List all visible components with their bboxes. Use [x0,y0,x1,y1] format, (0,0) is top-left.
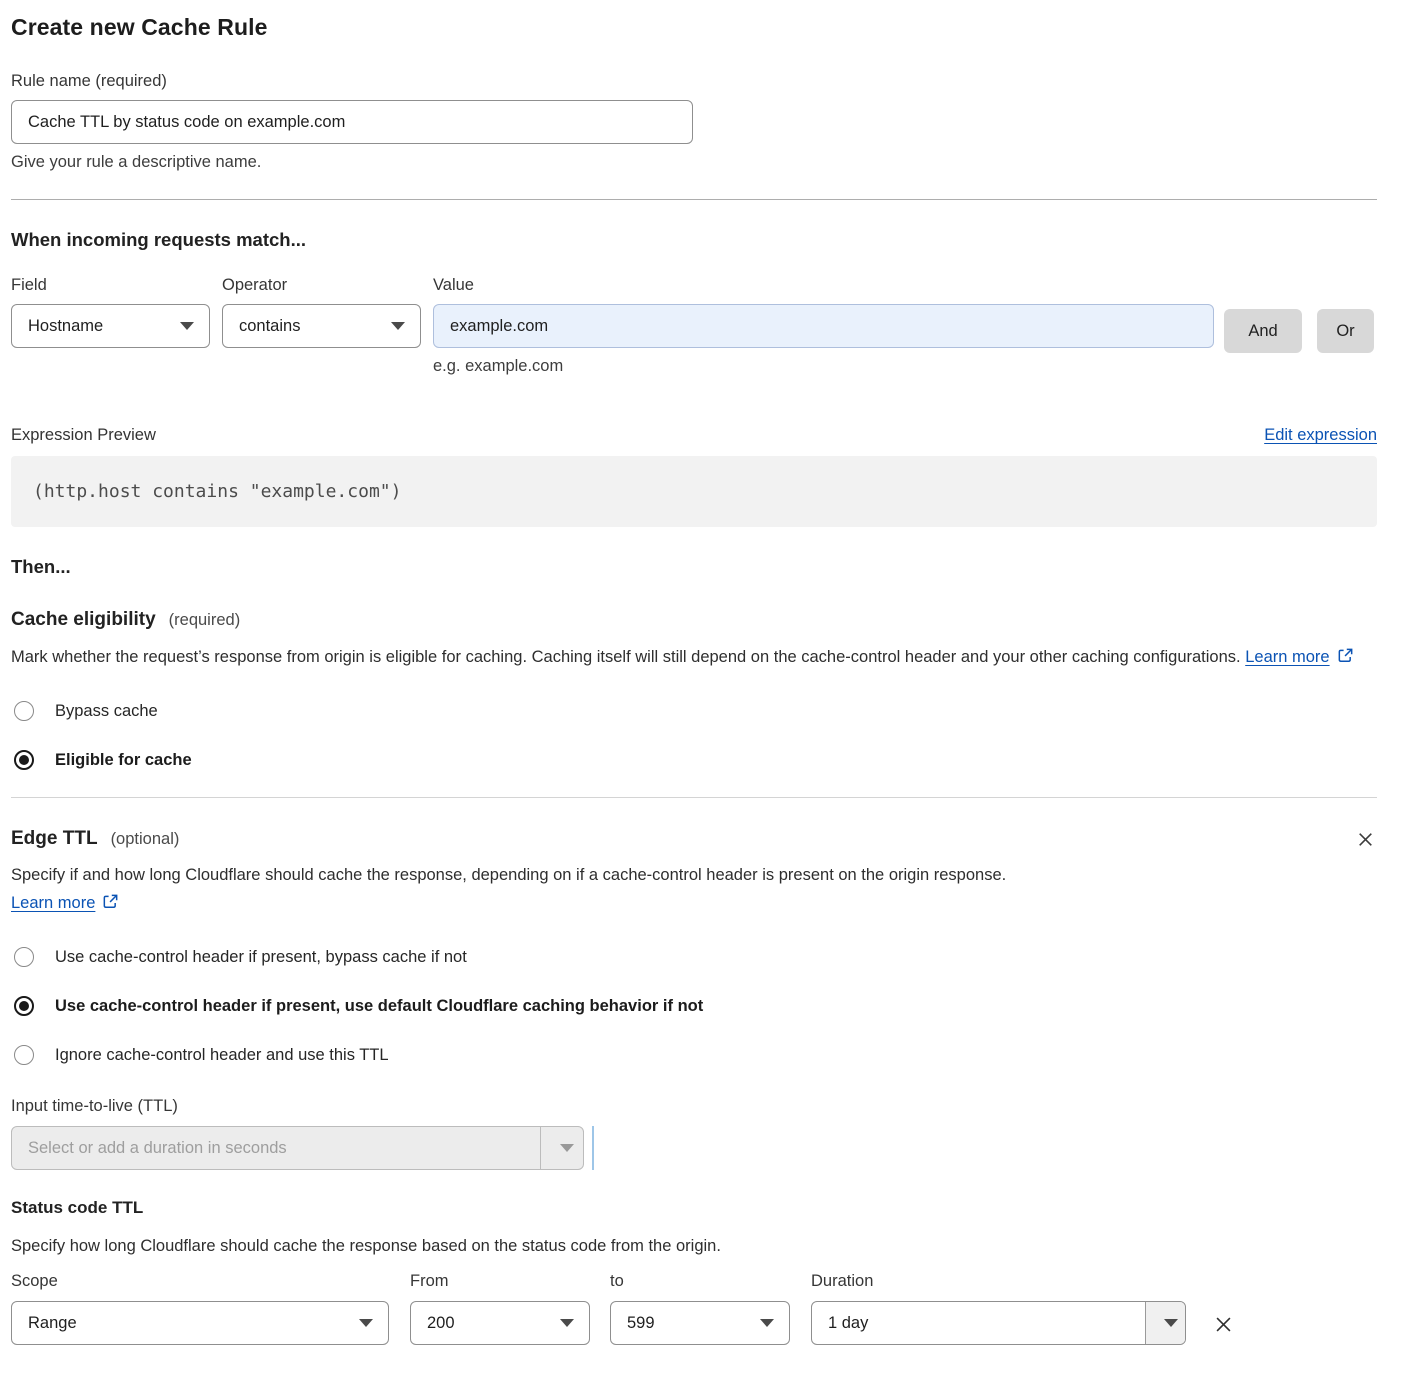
field-select-value: Hostname [28,317,103,336]
field-select[interactable]: Hostname [11,304,210,348]
close-icon [1213,1323,1234,1338]
learn-more-link[interactable]: Learn more [1245,648,1329,666]
ttl-duration-input[interactable] [12,1127,540,1169]
value-helper: e.g. example.com [433,357,1214,376]
expression-preview-header: Expression Preview Edit expression [11,426,1377,445]
duration-input[interactable] [812,1302,1145,1344]
radio-option-use-header-default[interactable]: Use cache-control header if present, use… [11,996,1377,1016]
scope-select[interactable]: Range [11,1301,389,1345]
status-code-ttl-row: Scope Range From 200 to 599 [11,1272,1377,1345]
status-code-ttl-section: Status code TTL Specify how long Cloudfl… [11,1198,1377,1345]
value-label: Value [433,276,1214,295]
ttl-input-label: Input time-to-live (TTL) [11,1097,1377,1116]
then-heading: Then... [11,556,1377,578]
rule-name-input[interactable] [11,100,693,144]
cache-eligibility-section: Cache eligibility (required) Mark whethe… [11,609,1377,770]
to-label: to [610,1272,790,1291]
or-button[interactable]: Or [1317,309,1374,353]
from-select[interactable]: 200 [410,1301,590,1345]
text-cursor-caret [592,1126,594,1170]
scope-select-value: Range [28,1314,77,1333]
create-cache-rule-form: Create new Cache Rule Rule name (require… [0,0,1412,1375]
and-button[interactable]: And [1224,309,1302,353]
chevron-down-icon [560,1319,574,1327]
radio-option-ignore-header[interactable]: Ignore cache-control header and use this… [11,1045,1377,1065]
external-link-icon [1337,645,1354,673]
edit-expression-link[interactable]: Edit expression [1264,426,1377,445]
page-title: Create new Cache Rule [11,14,1377,41]
duration-label: Duration [811,1272,1186,1291]
chevron-down-icon [760,1319,774,1327]
operator-column: Operator contains [210,276,421,348]
value-input[interactable] [433,304,1214,348]
status-code-ttl-heading: Status code TTL [11,1198,1377,1218]
to-column: to 599 [610,1272,790,1345]
remove-status-ttl-row-button[interactable] [1211,1312,1236,1337]
edge-ttl-section: Edge TTL (optional) Specify if and how l… [11,828,1377,1170]
ttl-duration-select[interactable] [11,1126,584,1170]
to-select-value: 599 [627,1314,655,1333]
status-code-ttl-description: Specify how long Cloudflare should cache… [11,1232,1377,1260]
optional-badge: (optional) [111,830,180,849]
rule-name-label: Rule name (required) [11,72,1377,91]
section-divider [11,797,1377,798]
expression-preview-code-block: (http.host contains "example.com") [11,456,1377,527]
cache-eligibility-header: Cache eligibility (required) [11,609,1377,631]
field-column: Field Hostname [11,276,210,348]
from-column: From 200 [410,1272,590,1345]
ttl-select-arrow-button[interactable] [540,1127,583,1169]
ttl-input-section: Input time-to-live (TTL) [11,1097,1377,1170]
value-column: Value e.g. example.com [421,276,1214,376]
chevron-down-icon [391,322,405,330]
chevron-down-icon [1164,1319,1178,1327]
radio-unselected-icon [14,1045,34,1065]
radio-selected-icon [14,750,34,770]
match-expression-row: Field Hostname Operator contains Value e… [11,276,1377,376]
cache-eligibility-options: Bypass cache Eligible for cache [11,701,1377,770]
duration-select[interactable] [811,1301,1186,1345]
duration-select-arrow-button[interactable] [1145,1302,1185,1344]
edge-ttl-options: Use cache-control header if present, byp… [11,947,1377,1065]
section-divider [11,199,1377,200]
close-edge-ttl-button[interactable] [1354,828,1377,851]
cache-eligibility-heading: Cache eligibility [11,609,156,631]
duration-column: Duration [811,1272,1186,1345]
radio-option-bypass-cache[interactable]: Bypass cache [11,701,1377,721]
chevron-down-icon [560,1144,574,1152]
edge-ttl-header: Edge TTL (optional) [11,828,1377,851]
from-select-value: 200 [427,1314,455,1333]
radio-option-use-header-bypass[interactable]: Use cache-control header if present, byp… [11,947,1377,967]
cache-eligibility-description: Mark whether the request’s response from… [11,643,1356,673]
close-icon [1356,837,1375,852]
radio-selected-icon [14,996,34,1016]
operator-select[interactable]: contains [222,304,421,348]
match-heading: When incoming requests match... [11,229,1377,251]
to-select[interactable]: 599 [610,1301,790,1345]
from-label: From [410,1272,590,1291]
field-label: Field [11,276,210,295]
scope-column: Scope Range [11,1272,389,1345]
chevron-down-icon [180,322,194,330]
external-link-icon [102,891,119,919]
edge-ttl-description: Specify if and how long Cloudflare shoul… [11,861,1116,919]
expression-code: (http.host contains "example.com") [33,481,401,502]
radio-option-eligible-for-cache[interactable]: Eligible for cache [11,750,1377,770]
scope-label: Scope [11,1272,389,1291]
rule-name-helper: Give your rule a descriptive name. [11,153,1377,172]
operator-label: Operator [222,276,421,295]
learn-more-link[interactable]: Learn more [11,894,95,912]
rule-name-section: Rule name (required) Give your rule a de… [11,72,1377,172]
radio-unselected-icon [14,947,34,967]
required-badge: (required) [169,611,241,630]
expression-preview-label: Expression Preview [11,426,156,445]
radio-unselected-icon [14,701,34,721]
chevron-down-icon [359,1319,373,1327]
operator-select-value: contains [239,317,300,336]
edge-ttl-heading: Edge TTL [11,828,98,850]
